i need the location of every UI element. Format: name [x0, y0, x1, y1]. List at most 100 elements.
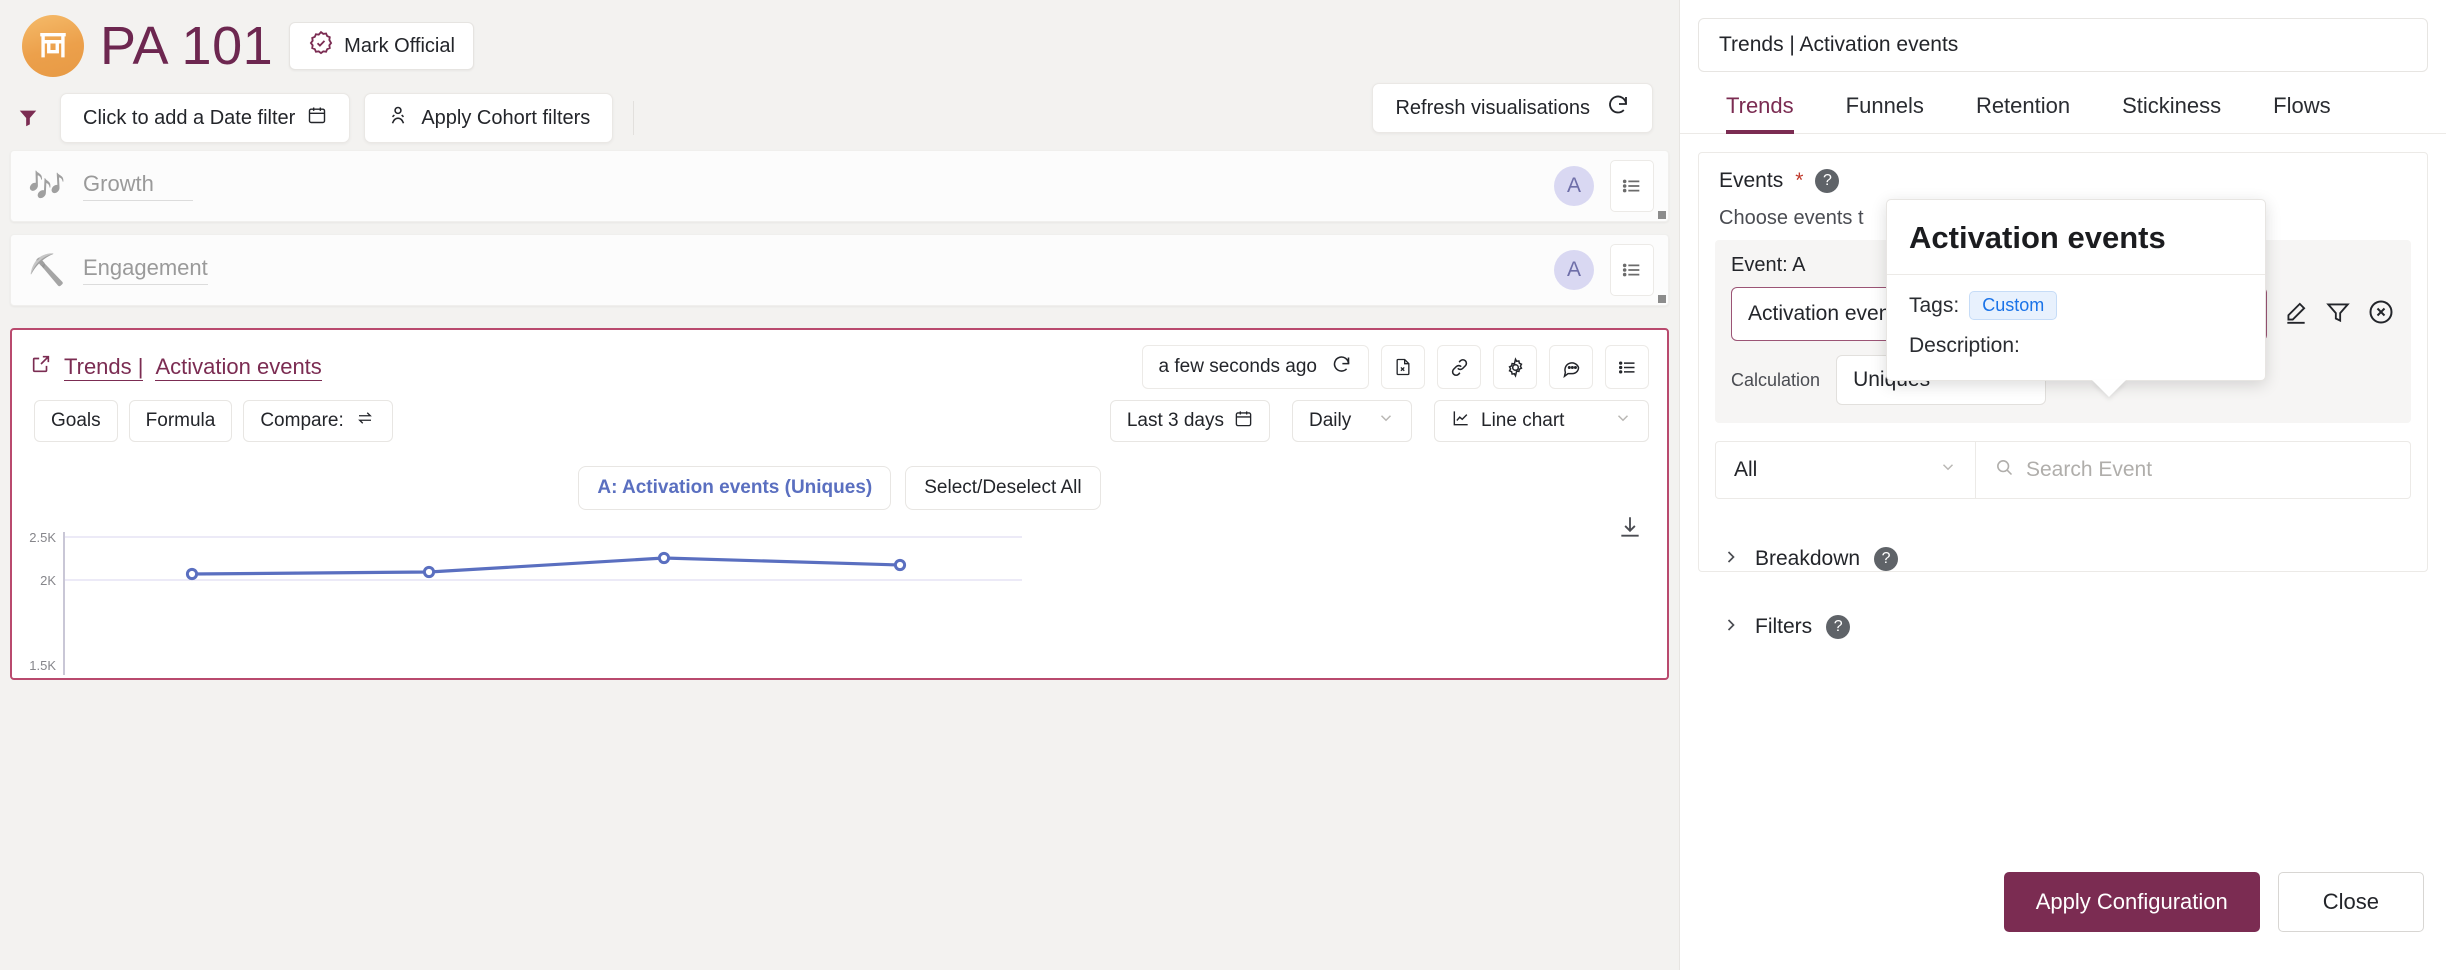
calculation-label: Calculation: [1731, 369, 1821, 390]
tab-trends[interactable]: Trends: [1700, 93, 1820, 134]
download-icon[interactable]: [1617, 514, 1643, 545]
date-filter-button[interactable]: Click to add a Date filter: [60, 93, 351, 143]
tooltip-arrow: [2092, 380, 2126, 397]
section-row-engagement[interactable]: ⛏️ Engagement A: [10, 234, 1669, 306]
line-chart-icon: [1451, 408, 1471, 434]
events-label: Events: [1719, 169, 1784, 192]
data-point[interactable]: [893, 558, 907, 572]
main-dashboard: PA 101 Mark Official Click to add a Date…: [0, 0, 1679, 970]
event-search-row: All Search Event: [1715, 441, 2411, 499]
chevron-right-icon: [1721, 615, 1741, 640]
event-scope-select[interactable]: All: [1716, 442, 1976, 498]
compare-button[interactable]: Compare:: [243, 400, 393, 442]
mark-official-label: Mark Official: [344, 34, 455, 57]
funnel-icon[interactable]: [10, 106, 46, 130]
chart-type-select[interactable]: Line chart: [1434, 400, 1649, 442]
help-icon[interactable]: ?: [1815, 169, 1840, 193]
excel-export-icon[interactable]: [1381, 345, 1425, 389]
chevron-down-icon: [1939, 458, 1957, 482]
chevron-down-icon: [1377, 409, 1395, 433]
chart-controls: Goals Formula Compare: Last 3 days Daily…: [12, 388, 1667, 444]
date-filter-label: Click to add a Date filter: [83, 106, 296, 129]
granularity-select[interactable]: Daily: [1292, 400, 1412, 442]
data-point[interactable]: [422, 565, 436, 579]
last-refreshed-button[interactable]: a few seconds ago: [1141, 345, 1369, 389]
apply-configuration-button[interactable]: Apply Configuration: [2003, 872, 2260, 932]
tooltip-description-line: Description:: [1909, 334, 2243, 358]
cohort-filter-label: Apply Cohort filters: [421, 106, 591, 129]
refresh-icon: [1606, 93, 1630, 123]
dashboard-header: PA 101 Mark Official: [0, 0, 1679, 78]
help-icon[interactable]: ?: [1826, 615, 1851, 639]
tab-flows[interactable]: Flows: [2247, 93, 2356, 133]
tab-label: Retention: [1975, 93, 2071, 118]
funnel-icon[interactable]: [2325, 299, 2351, 330]
filters-label: Filters: [1755, 615, 1813, 638]
legend-series-a[interactable]: A: Activation events (Uniques): [578, 466, 892, 510]
torii-gate-icon: [22, 15, 84, 77]
chart-title-text: Activation events: [155, 353, 322, 381]
link-icon[interactable]: [1437, 345, 1481, 389]
search-input-placeholder: Search Event: [2026, 458, 2153, 481]
section-actions: A: [1554, 244, 1668, 296]
tooltip-tags-label: Tags:: [1909, 293, 1960, 317]
required-mark: *: [1795, 169, 1804, 192]
resize-handle[interactable]: [1658, 211, 1666, 219]
chevron-down-icon: [1614, 409, 1632, 433]
select-deselect-all-button[interactable]: Select/Deselect All: [905, 466, 1101, 510]
pencil-icon[interactable]: [2283, 299, 2309, 330]
formula-button[interactable]: Formula: [128, 400, 233, 442]
chart-controls-right: Last 3 days Daily Line chart: [1109, 400, 1649, 442]
mark-official-button[interactable]: Mark Official: [289, 22, 474, 70]
refresh-icon: [1331, 354, 1352, 381]
resize-handle[interactable]: [1658, 295, 1666, 303]
breakdown-accordion[interactable]: Breakdown ?: [1699, 525, 2427, 593]
filters-accordion[interactable]: Filters ?: [1699, 593, 2427, 661]
badge-check-icon: [308, 30, 334, 62]
calendar-icon: [307, 105, 327, 131]
formula-label: Formula: [145, 410, 216, 431]
tab-funnels[interactable]: Funnels: [1820, 93, 1950, 133]
help-icon[interactable]: ?: [1874, 547, 1899, 571]
event-info-tooltip: Activation events Tags: Custom Descripti…: [1886, 199, 2266, 397]
section-title: Engagement: [83, 255, 208, 285]
tab-label: Stickiness: [2122, 93, 2222, 118]
goals-label: Goals: [51, 410, 101, 431]
goals-button[interactable]: Goals: [34, 400, 118, 442]
series-line-a: [191, 556, 901, 576]
data-point[interactable]: [185, 567, 199, 581]
tab-label: Funnels: [1845, 93, 1924, 118]
tooltip-body: Tags: Custom Description:: [1887, 275, 2265, 380]
panel-name-field[interactable]: Trends | Activation events: [1698, 18, 2428, 72]
avatar: A: [1554, 166, 1594, 206]
tab-label: Trends: [1726, 93, 1794, 118]
date-range-label: Last 3 days: [1126, 410, 1224, 431]
close-circle-icon[interactable]: [2367, 298, 2395, 331]
chart-type-value: Line chart: [1481, 410, 1565, 431]
chevron-right-icon: [1721, 547, 1741, 572]
external-link-icon: [30, 353, 52, 381]
gear-icon[interactable]: [1493, 345, 1537, 389]
search-input-wrap[interactable]: Search Event: [1976, 457, 2410, 483]
y-tick-1500: 1.5K: [29, 658, 56, 673]
cohort-filter-button[interactable]: Apply Cohort filters: [364, 93, 614, 143]
pick-hammer-icon: ⛏️: [28, 253, 66, 287]
list-menu-icon[interactable]: [1610, 160, 1654, 212]
date-range-button[interactable]: Last 3 days: [1109, 400, 1270, 442]
tab-stickiness[interactable]: Stickiness: [2096, 93, 2247, 133]
swap-arrows-icon: [354, 409, 376, 433]
list-menu-icon[interactable]: [1610, 244, 1654, 296]
tab-retention[interactable]: Retention: [1950, 93, 2096, 133]
section-row-growth[interactable]: 🎶 Growth A: [10, 150, 1669, 222]
chart-legend: A: Activation events (Uniques) Select/De…: [12, 444, 1667, 510]
refresh-visualisations-button[interactable]: Refresh visualisations: [1372, 83, 1653, 133]
list-menu-icon[interactable]: [1605, 345, 1649, 389]
y-tick-2000: 2K: [40, 573, 56, 588]
comment-icon[interactable]: [1549, 345, 1593, 389]
close-button[interactable]: Close: [2277, 872, 2424, 932]
data-point[interactable]: [657, 551, 671, 565]
chart-card: Trends | Activation events a few seconds…: [10, 328, 1669, 680]
panel-footer: Apply Configuration Close: [2003, 872, 2424, 932]
event-scope-value: All: [1734, 458, 1758, 481]
chart-title-link[interactable]: Trends | Activation events: [30, 353, 322, 381]
